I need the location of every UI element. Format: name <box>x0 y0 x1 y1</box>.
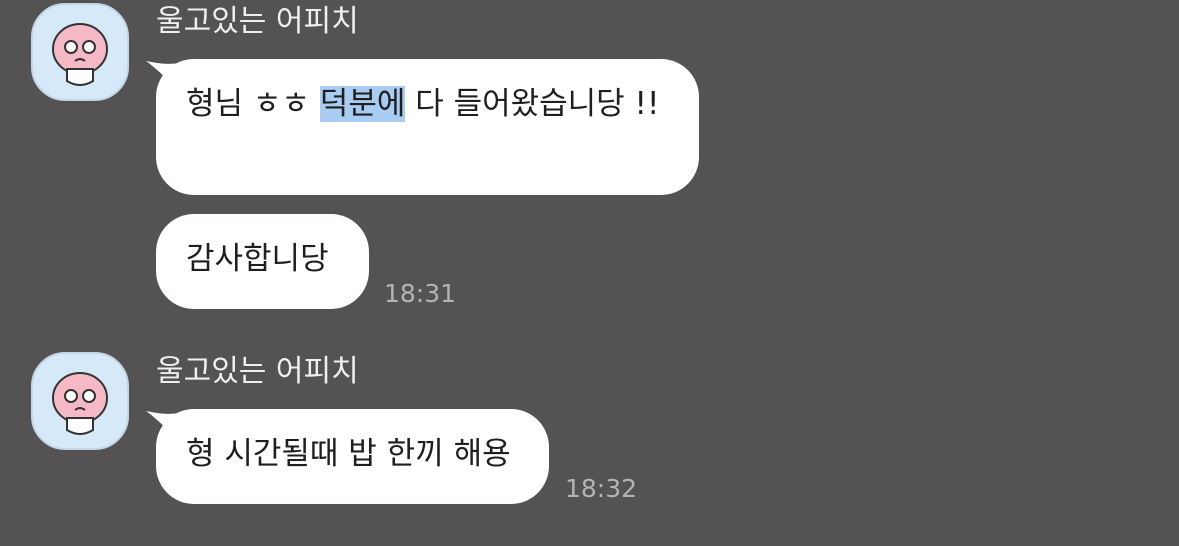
message-text: 감사합니당 <box>186 241 329 277</box>
crying-apeach-avatar-icon <box>52 372 108 435</box>
selected-text[interactable]: 덕분에 <box>319 86 406 122</box>
message-time: 18:32 <box>565 474 638 503</box>
message-bubble[interactable]: 형님 ㅎㅎ 덕분에 다 들어왔습니당 !! <box>156 59 699 195</box>
crying-apeach-avatar-icon <box>52 23 108 86</box>
message-text: 형 시간될때 밥 한끼 해용 <box>186 436 511 472</box>
message-bubble[interactable]: 형 시간될때 밥 한끼 해용 <box>156 409 549 504</box>
sender-name: 울고있는 어피치 <box>156 4 359 39</box>
sender-avatar[interactable] <box>31 352 129 450</box>
sender-avatar[interactable] <box>31 3 129 101</box>
message-time: 18:31 <box>384 279 457 308</box>
message-bubble[interactable]: 감사합니당 <box>156 214 369 309</box>
sender-name: 울고있는 어피치 <box>156 354 359 389</box>
message-text: 다 들어왔습니당 !! <box>405 86 660 122</box>
message-text: 형님 ㅎㅎ <box>186 86 320 122</box>
